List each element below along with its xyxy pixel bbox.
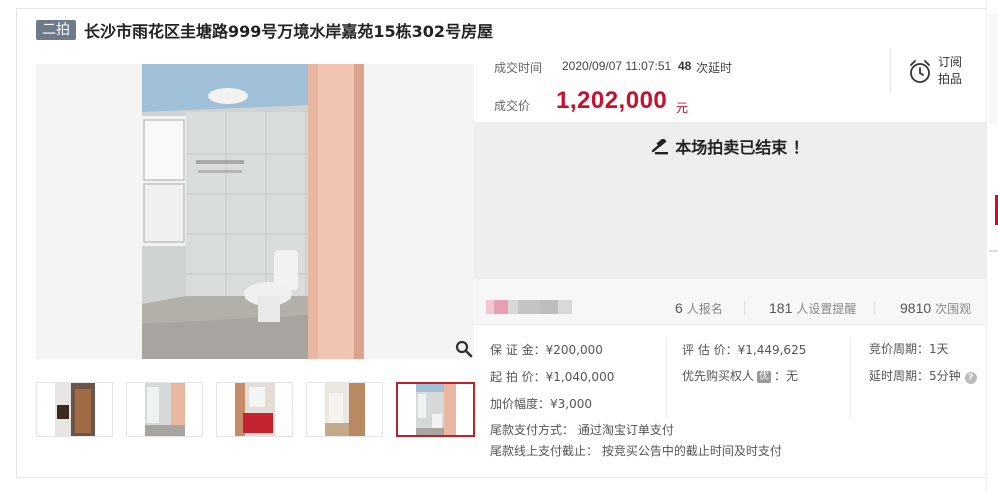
signup-stat: 6 人报名 — [675, 300, 723, 317]
reminder-label: 人设置提醒 — [796, 302, 857, 316]
auction-ended-text: 本场拍卖已结束 ！ — [675, 138, 809, 157]
thumbnail-image — [415, 384, 456, 435]
reminder-count: 181 — [769, 300, 793, 316]
delay-count: 48 — [678, 59, 692, 73]
zoom-icon[interactable] — [455, 340, 473, 358]
viewer-count: 9810 — [900, 300, 932, 316]
deal-price-value: 1,202,000 — [556, 87, 668, 114]
priority-tag-icon[interactable]: 优 — [757, 371, 772, 383]
signup-count: 6 — [675, 300, 683, 316]
sidebar-panel — [989, 14, 998, 124]
bathroom-photo — [36, 64, 474, 359]
details-divider — [850, 338, 851, 418]
subscribe-divider — [890, 48, 891, 93]
reminder-stat: 181 人设置提醒 — [769, 300, 856, 317]
subscribe-label-line2: 拍品 — [938, 72, 963, 86]
thumbnail-image — [324, 383, 365, 436]
subscribe-button[interactable]: 订阅 拍品 — [908, 54, 978, 90]
thumbnail-3[interactable] — [216, 382, 293, 437]
deal-time-value: 2020/09/07 11:07:51 — [562, 59, 672, 73]
viewer-label: 次围观 — [935, 302, 972, 316]
details-divider — [666, 338, 667, 418]
final-payment-method: 尾款支付方式： 通过淘宝订单支付 — [490, 423, 674, 437]
deposit: 保 证 金：¥200,000 — [490, 343, 603, 357]
auction-status-panel: 本场拍卖已结束 ！ — [474, 122, 986, 279]
priority-buyer-value: ：无 — [774, 369, 799, 383]
priority-buyer-label: 优先购买权人 — [682, 369, 755, 383]
priority-buyer: 优先购买权人优：无 — [682, 367, 798, 384]
delay-cycle-text: 延时周期：5分钟 — [869, 369, 961, 383]
deal-info: 成交时间 2020/09/07 11:07:51 48 次延时 成交价 1,20… — [474, 44, 986, 122]
appraisal-price: 评 估 价：¥1,449,625 — [682, 343, 807, 357]
starting-price: 起 拍 价：¥1,040,000 — [490, 370, 615, 384]
subscribe-label-line1: 订阅 — [938, 55, 963, 69]
thumbnail-1[interactable] — [36, 382, 113, 437]
bid-increment: 加价幅度：¥3,000 — [490, 397, 592, 411]
thumbnail-image — [234, 383, 275, 436]
deal-time-label: 成交时间 — [494, 61, 543, 75]
delay-cycle: 延时周期：5分钟? — [869, 367, 977, 384]
deal-price-unit: 元 — [676, 101, 689, 115]
thumbnail-5-active[interactable] — [396, 382, 475, 437]
delay-label: 次延时 — [696, 61, 733, 75]
sidebar-divider — [989, 250, 998, 252]
title-row: 二拍 长沙市雨花区圭塘路999号万境水岸嘉苑15栋302号房屋 — [36, 19, 493, 41]
stat-separator — [874, 301, 875, 315]
stat-separator — [744, 301, 745, 315]
deal-price-label: 成交价 — [494, 99, 531, 113]
viewer-stat: 9810 次围观 — [900, 300, 971, 317]
blurred-username — [486, 300, 572, 314]
listing-title: 长沙市雨花区圭塘路999号万境水岸嘉苑15栋302号房屋 — [84, 22, 494, 41]
signup-label: 人报名 — [686, 302, 723, 316]
thumbnail-strip — [36, 382, 475, 437]
main-photo[interactable] — [36, 64, 474, 359]
auction-details: 保 证 金：¥200,000 评 估 价：¥1,449,625 竞价周期：1天 … — [474, 326, 986, 466]
subscribe-label: 订阅 拍品 — [938, 54, 968, 88]
thumbnail-4[interactable] — [306, 382, 383, 437]
final-payment-deadline: 尾款线上支付截止： 按竞买公告中的截止时间及时支付 — [490, 444, 782, 458]
alarm-clock-icon — [910, 60, 930, 83]
auction-round-badge: 二拍 — [36, 20, 76, 40]
thumbnail-image — [54, 383, 95, 436]
thumbnail-2[interactable] — [126, 382, 203, 437]
bid-cycle: 竞价周期：1天 — [869, 342, 949, 356]
auction-ended-message: 本场拍卖已结束 ！ — [474, 134, 986, 158]
help-question-icon[interactable]: ? — [964, 372, 977, 384]
thumbnail-image — [144, 383, 185, 436]
right-sidebar-edge — [986, 0, 998, 491]
stats-bar: 6 人报名 181 人设置提醒 9810 次围观 — [474, 279, 986, 325]
gavel-icon — [652, 137, 669, 155]
